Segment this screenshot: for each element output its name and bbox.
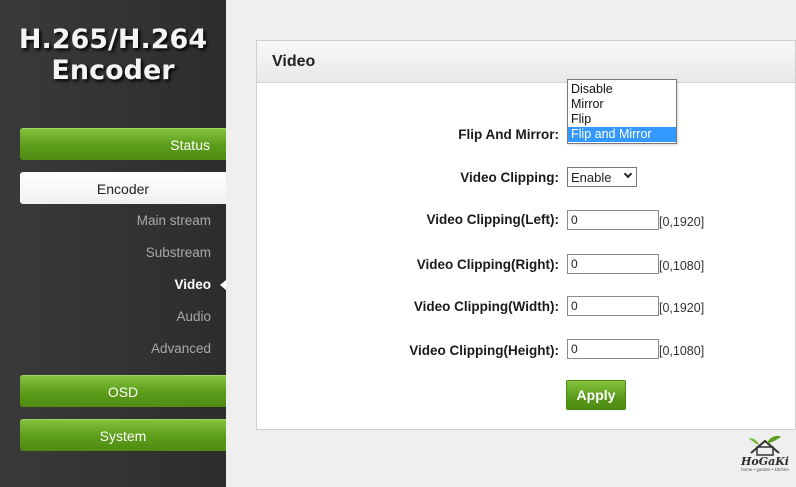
- apply-button[interactable]: Apply: [566, 380, 626, 410]
- flip-mirror-dropdown[interactable]: Disable Mirror Flip Flip and Mirror: [567, 79, 677, 144]
- clip-right-range: [0,1080]: [659, 259, 705, 273]
- nav-system-button[interactable]: System: [20, 419, 226, 451]
- sidebar: H.265/H.264 Encoder Status Encoder Main …: [0, 0, 226, 487]
- chevron-down-icon: [623, 169, 633, 179]
- clip-right-label: Video Clipping(Right):: [416, 257, 559, 272]
- brand-line-1: H.265/H.264: [18, 24, 208, 55]
- brand-line-2: Encoder: [51, 55, 175, 86]
- panel-header: Video: [257, 41, 795, 83]
- clip-height-label: Video Clipping(Height):: [409, 343, 559, 358]
- house-leaf-icon: [749, 435, 781, 456]
- sidebar-item-main-stream[interactable]: Main stream: [137, 213, 211, 228]
- clip-left-input[interactable]: 0: [567, 210, 659, 230]
- video-settings-panel: Video Flip And Mirror: Disable Mirror Fl…: [256, 40, 796, 430]
- nav-encoder-button[interactable]: Encoder: [20, 172, 226, 204]
- flip-mirror-option-mirror[interactable]: Mirror: [568, 97, 676, 112]
- panel-title: Video: [272, 53, 316, 70]
- nav-status-button[interactable]: Status: [20, 128, 226, 160]
- sidebar-item-substream[interactable]: Substream: [146, 245, 211, 260]
- video-clipping-label: Video Clipping:: [460, 170, 559, 185]
- sidebar-item-audio[interactable]: Audio: [176, 309, 211, 324]
- sidebar-item-video[interactable]: Video: [174, 277, 211, 292]
- hogaki-logo: HoGaKi home • garden • kitchen: [737, 433, 793, 473]
- clip-width-range: [0,1920]: [659, 301, 705, 315]
- sidebar-item-advanced[interactable]: Advanced: [151, 341, 211, 356]
- nav-osd-button[interactable]: OSD: [20, 375, 226, 407]
- flip-mirror-option-flip-and-mirror[interactable]: Flip and Mirror: [568, 127, 676, 142]
- video-clipping-value: Enable: [571, 170, 612, 185]
- clip-width-label: Video Clipping(Width):: [413, 299, 559, 314]
- brand-title: H.265/H.264 Encoder: [0, 24, 226, 86]
- clip-left-label: Video Clipping(Left):: [426, 212, 559, 227]
- clip-height-input[interactable]: 0: [567, 339, 659, 359]
- clip-height-range: [0,1080]: [659, 344, 705, 358]
- logo-tagline: home • garden • kitchen: [741, 467, 789, 472]
- active-indicator-arrow-icon: [220, 280, 226, 290]
- clip-width-input[interactable]: 0: [567, 296, 659, 316]
- video-clipping-select[interactable]: Enable: [567, 167, 637, 187]
- clip-left-range: [0,1920]: [659, 215, 705, 229]
- flip-mirror-option-disable[interactable]: Disable: [568, 82, 676, 97]
- clip-right-input[interactable]: 0: [567, 254, 659, 274]
- flip-mirror-option-flip[interactable]: Flip: [568, 112, 676, 127]
- flip-mirror-label: Flip And Mirror:: [458, 127, 559, 142]
